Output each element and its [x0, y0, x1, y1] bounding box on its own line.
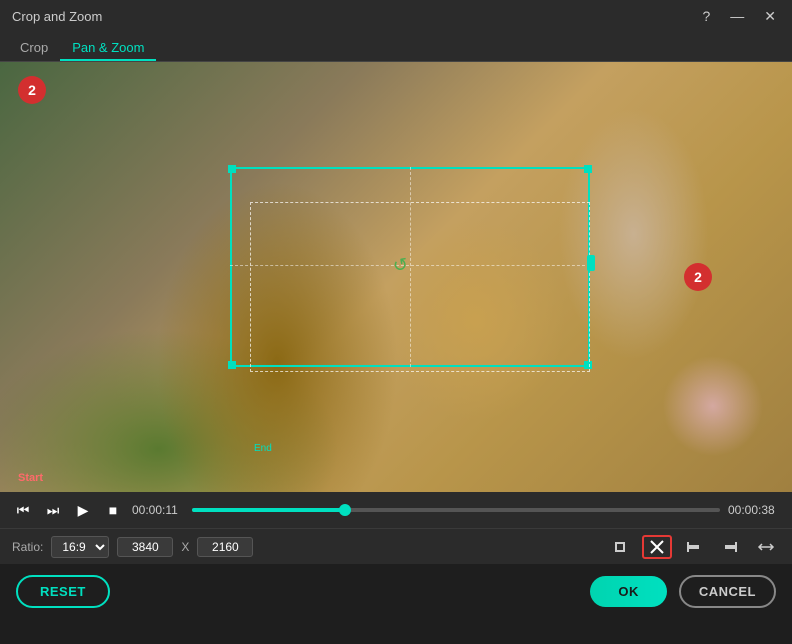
progress-fill	[192, 508, 345, 512]
bottom-toolbar: Ratio: 16:9 X	[0, 528, 792, 564]
ratio-label: Ratio:	[12, 540, 43, 554]
total-time: 00:00:38	[728, 503, 780, 517]
play-button[interactable]: ▶	[72, 499, 94, 521]
flip-button[interactable]	[752, 536, 780, 558]
tab-pan-zoom[interactable]: Pan & Zoom	[60, 36, 156, 61]
height-input[interactable]	[197, 537, 253, 557]
align-right-button[interactable]	[716, 536, 744, 558]
ratio-select[interactable]: 16:9	[51, 536, 109, 558]
end-label: End	[254, 443, 272, 454]
crop-icon-btn[interactable]	[606, 536, 634, 558]
tabs-bar: Crop Pan & Zoom	[0, 32, 792, 62]
resize-handle-right[interactable]	[587, 255, 595, 271]
app-title: Crop and Zoom	[12, 9, 102, 24]
close-crop-button[interactable]	[642, 535, 672, 559]
video-preview: 2 2 ↺ End Start	[0, 62, 792, 492]
badge-left: 2	[18, 76, 46, 104]
dimension-separator: X	[181, 540, 189, 554]
cancel-button[interactable]: CANCEL	[679, 575, 776, 608]
tab-crop[interactable]: Crop	[8, 36, 60, 61]
stop-button[interactable]: ■	[102, 499, 124, 521]
frame-back-button[interactable]: ⏭	[42, 499, 64, 521]
align-left-button[interactable]	[680, 536, 708, 558]
badge-right: 2	[684, 263, 712, 291]
ok-button[interactable]: OK	[590, 576, 667, 607]
reset-button[interactable]: RESET	[16, 575, 110, 608]
current-time: 00:00:11	[132, 503, 184, 517]
help-button[interactable]: ?	[698, 7, 714, 25]
minimize-button[interactable]: —	[726, 7, 748, 25]
width-input[interactable]	[117, 537, 173, 557]
progress-bar[interactable]	[192, 508, 720, 512]
close-button[interactable]: ✕	[760, 7, 780, 25]
video-background	[0, 62, 792, 492]
title-bar-controls: ? — ✕	[698, 7, 780, 25]
scene-overlay	[0, 62, 792, 492]
crosshair-vertical	[410, 167, 411, 367]
progress-thumb[interactable]	[339, 504, 351, 516]
skip-to-start-button[interactable]: ⏮	[12, 499, 34, 521]
title-bar: Crop and Zoom ? — ✕	[0, 0, 792, 32]
start-label: Start	[18, 472, 43, 484]
action-bar: RESET OK CANCEL	[0, 564, 792, 618]
playback-bar: ⏮ ⏭ ▶ ■ 00:00:11 00:00:38	[0, 492, 792, 528]
title-bar-left: Crop and Zoom	[12, 9, 102, 24]
